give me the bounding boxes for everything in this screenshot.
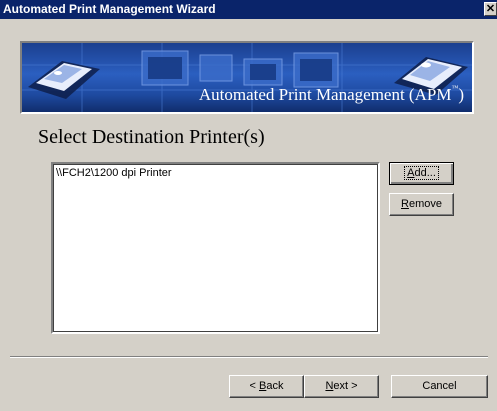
close-icon: ✕ [485, 3, 496, 15]
back-button[interactable]: < Back [229, 375, 304, 398]
cancel-button-label: Cancel [422, 380, 457, 392]
next-button[interactable]: Next > [304, 375, 379, 398]
list-item[interactable]: \\FCH2\1200 dpi Printer [56, 167, 172, 179]
remove-printer-button[interactable]: Remove [389, 193, 454, 216]
wizard-banner: Automated Print Management (APM™) [20, 41, 474, 114]
window-title: Automated Print Management Wizard [3, 2, 216, 16]
banner-title: Automated Print Management (APM™) [198, 84, 464, 104]
footer-divider [10, 356, 488, 358]
cancel-button[interactable]: Cancel [391, 375, 488, 398]
close-button[interactable]: ✕ [484, 2, 497, 16]
trademark-mark: ™ [451, 84, 459, 92]
add-button-label: Add... [404, 166, 439, 180]
wizard-window: Automated Print Management Wizard ✕ Auto… [0, 0, 497, 411]
next-button-label: Next > [325, 380, 358, 392]
title-bar[interactable]: Automated Print Management Wizard ✕ [0, 0, 497, 19]
destination-printer-list[interactable]: \\FCH2\1200 dpi Printer [51, 162, 380, 334]
remove-button-label: Remove [401, 198, 442, 210]
back-button-label: < Back [249, 380, 284, 392]
printer-icon-left [28, 61, 100, 99]
add-printer-button[interactable]: Add... [389, 162, 454, 185]
page-title: Select Destination Printer(s) [38, 126, 265, 148]
